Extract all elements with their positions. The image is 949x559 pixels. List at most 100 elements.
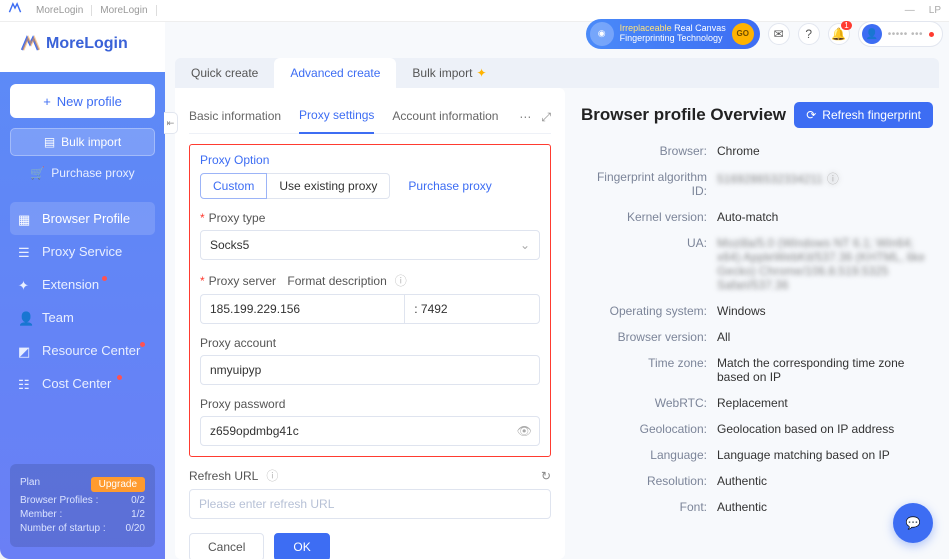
new-profile-button[interactable]: + New profile [10, 84, 155, 118]
window-restore[interactable]: LP [929, 5, 941, 16]
refresh-url-input[interactable] [189, 489, 551, 519]
overview-key: Time zone: [581, 356, 717, 384]
new-profile-label: New profile [57, 94, 122, 109]
tab-advanced-create[interactable]: Advanced create [274, 58, 396, 88]
sidebar-item-proxy-service[interactable]: ☰ Proxy Service [10, 235, 155, 268]
upgrade-button[interactable]: Upgrade [91, 477, 145, 492]
cancel-button[interactable]: Cancel [189, 533, 264, 559]
dot-indicator [102, 276, 107, 281]
subtab-basic[interactable]: Basic information [189, 103, 281, 133]
proxy-host-input[interactable] [200, 294, 404, 324]
banner-line1b: Real Canvas [674, 23, 726, 33]
file-icon: ▤ [44, 135, 55, 149]
proxy-server-label: *Proxy server Format description ⓘ [200, 272, 540, 289]
proxy-account-input[interactable] [200, 355, 540, 385]
user-menu[interactable]: 👤 ••••• ••• [858, 21, 943, 47]
promo-banner[interactable]: ◉ Irreplaceable Real Canvas Fingerprinti… [586, 19, 760, 49]
subtab-account[interactable]: Account information [392, 103, 498, 133]
overview-key: Geolocation: [581, 422, 717, 436]
sidebar-item-browser-profile[interactable]: ▦ Browser Profile [10, 202, 155, 235]
overview-panel: Browser profile Overview ⟳ Refresh finge… [579, 88, 939, 559]
list-icon: ☰ [18, 245, 32, 259]
titlebar-tab-2[interactable]: MoreLogin [92, 5, 156, 16]
window-minimize[interactable]: — [905, 5, 915, 16]
sidebar-item-label: Cost Center [42, 376, 111, 391]
overview-value: Mozilla/5.0 (Windows NT 6.1; Win64; x64)… [717, 236, 933, 292]
plan-row-member: Member : 1/2 [20, 509, 145, 520]
overview-value: Chrome [717, 144, 933, 158]
sidebar-item-resource-center[interactable]: ◩ Resource Center [10, 334, 155, 367]
eye-icon[interactable]: 👁 [517, 424, 532, 438]
overview-row: Time zone:Match the corresponding time z… [581, 356, 933, 384]
chat-fab[interactable]: 💬 [893, 503, 933, 543]
purchase-proxy-inline-link[interactable]: Purchase proxy [408, 179, 491, 193]
plus-icon: + [43, 94, 51, 109]
purchase-proxy-label: Purchase proxy [51, 166, 134, 180]
sidebar-item-label: Team [42, 310, 74, 325]
overview-key: Language: [581, 448, 717, 462]
sidebar-item-cost-center[interactable]: ☷ Cost Center [10, 367, 155, 400]
refresh-fingerprint-button[interactable]: ⟳ Refresh fingerprint [794, 102, 933, 128]
overview-title: Browser profile Overview [581, 105, 786, 125]
banner-line1a: Irreplaceable [620, 23, 672, 33]
overview-key: Resolution: [581, 474, 717, 488]
sidebar-item-label: Proxy Service [42, 244, 122, 259]
plan-k: Browser Profiles : [20, 495, 98, 506]
overview-value: Windows [717, 304, 933, 318]
overview-row: Geolocation:Geolocation based on IP addr… [581, 422, 933, 436]
sidebar-item-extension[interactable]: ✦ Extension [10, 268, 155, 301]
sidebar-nav: ▦ Browser Profile ☰ Proxy Service ✦ Exte… [10, 202, 155, 464]
titlebar-tab-1[interactable]: MoreLogin [28, 5, 92, 16]
cart-icon: 🛒 [30, 166, 45, 180]
overview-value: Authentic [717, 474, 933, 488]
sidebar-collapse-handle[interactable]: ⇤ [164, 112, 178, 134]
topbar: ◉ Irreplaceable Real Canvas Fingerprinti… [171, 20, 943, 48]
main-tabs: Quick create Advanced create Bulk import… [175, 58, 939, 88]
bulk-import-label: Bulk import [61, 135, 121, 149]
proxy-port-input[interactable] [404, 294, 540, 324]
proxy-account-label: Proxy account [200, 336, 540, 350]
overview-key: Browser: [581, 144, 717, 158]
overview-row: WebRTC:Replacement [581, 396, 933, 410]
sidebar-item-label: Extension [42, 277, 99, 292]
sidebar-item-team[interactable]: 👤 Team [10, 301, 155, 334]
mail-icon[interactable]: ✉ [768, 23, 790, 45]
purchase-proxy-link[interactable]: 🛒 Purchase proxy [10, 166, 155, 180]
overview-row: Resolution:Authentic [581, 474, 933, 488]
bulk-import-button[interactable]: ▤ Bulk import [10, 128, 155, 156]
more-icon[interactable]: ⋯ [519, 110, 531, 125]
plan-box: Plan Upgrade Browser Profiles : 0/2 Memb… [10, 464, 155, 547]
overview-row: UA:Mozilla/5.0 (Windows NT 6.1; Win64; x… [581, 236, 933, 292]
dot-indicator [929, 32, 934, 37]
plan-v: 0/20 [126, 523, 145, 534]
overview-value: Language matching based on IP [717, 448, 933, 462]
info-icon[interactable]: ⓘ [266, 467, 278, 484]
fingerprint-icon: ◉ [590, 22, 614, 46]
overview-row: Browser version:All [581, 330, 933, 344]
info-icon[interactable]: ⓘ [827, 172, 839, 186]
plan-row-startup: Number of startup : 0/20 [20, 523, 145, 534]
logo-text: MoreLogin [46, 35, 128, 53]
overview-value: Replacement [717, 396, 933, 410]
refresh-icon[interactable]: ↻ [541, 469, 551, 483]
user-icon: 👤 [18, 311, 32, 325]
subtab-proxy[interactable]: Proxy settings [299, 102, 374, 134]
tab-quick-create[interactable]: Quick create [175, 58, 274, 88]
proxy-password-input[interactable] [200, 416, 540, 446]
form-panel: Basic information Proxy settings Account… [175, 88, 565, 559]
help-icon[interactable]: ? [798, 23, 820, 45]
logo-icon [20, 34, 40, 54]
proxy-type-select[interactable]: Socks5 ⌄ [200, 230, 540, 260]
sparkle-icon: ✦ [476, 66, 486, 80]
seg-custom[interactable]: Custom [200, 173, 267, 199]
bell-icon[interactable]: 🔔1 [828, 23, 850, 45]
tab-bulk-import[interactable]: Bulk import ✦ [396, 58, 502, 88]
info-icon[interactable]: ⓘ [395, 272, 407, 289]
seg-existing[interactable]: Use existing proxy [267, 173, 390, 199]
ok-button[interactable]: OK [274, 533, 329, 559]
overview-row: Fingerprint algorithm ID:516928653233421… [581, 170, 933, 198]
avatar: 👤 [862, 24, 882, 44]
overview-key: UA: [581, 236, 717, 292]
go-badge[interactable]: GO [732, 23, 754, 45]
expand-icon[interactable]: ⤢ [541, 110, 551, 125]
